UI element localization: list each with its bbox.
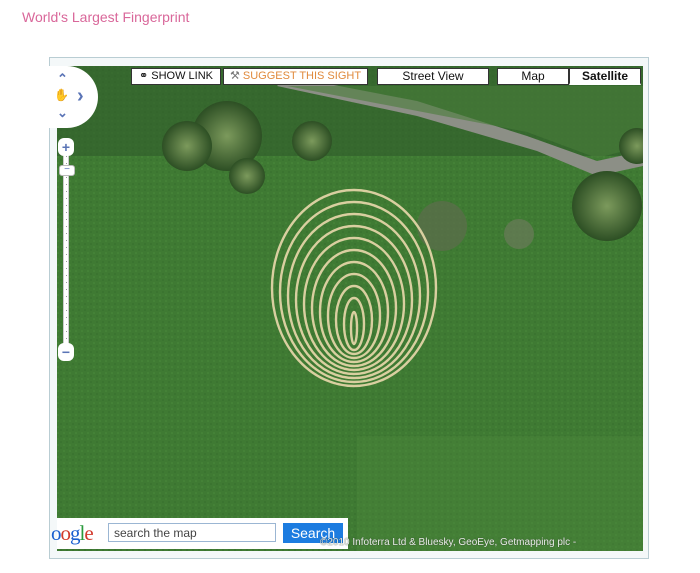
page-title: World's Largest Fingerprint bbox=[22, 9, 190, 25]
google-logo: oogle bbox=[51, 521, 94, 545]
map-view-button[interactable]: Map bbox=[497, 68, 569, 85]
zoom-slider-thumb[interactable]: − bbox=[59, 165, 75, 176]
street-view-button[interactable]: Street View bbox=[377, 68, 489, 85]
map-copyright: ©2010 Infoterra Ltd & Bluesky, GeoEye, G… bbox=[320, 537, 577, 548]
satellite-imagery bbox=[57, 66, 643, 551]
map-search-bar: oogle Search bbox=[51, 518, 348, 549]
pan-up-icon[interactable]: ⌃ bbox=[57, 72, 68, 85]
show-link-button[interactable]: ⚭ SHOW LINK bbox=[131, 68, 221, 85]
pegman-icon: ⚒ bbox=[229, 70, 243, 82]
zoom-slider-track[interactable] bbox=[63, 156, 69, 346]
pan-right-icon[interactable]: › bbox=[77, 86, 84, 106]
pan-down-icon[interactable]: ⌄ bbox=[57, 106, 68, 119]
zoom-in-button[interactable]: + bbox=[58, 138, 74, 156]
zoom-control: + − − bbox=[58, 138, 75, 364]
search-input[interactable] bbox=[108, 523, 276, 542]
pan-hand-icon[interactable]: ✋ bbox=[54, 89, 69, 101]
zoom-out-button[interactable]: − bbox=[58, 343, 74, 361]
link-icon: ⚭ bbox=[138, 70, 152, 82]
suggest-sight-button[interactable]: ⚒ SUGGEST THIS SIGHT bbox=[223, 68, 368, 85]
satellite-view-button[interactable]: Satellite bbox=[569, 68, 641, 85]
satellite-map[interactable] bbox=[57, 66, 643, 551]
